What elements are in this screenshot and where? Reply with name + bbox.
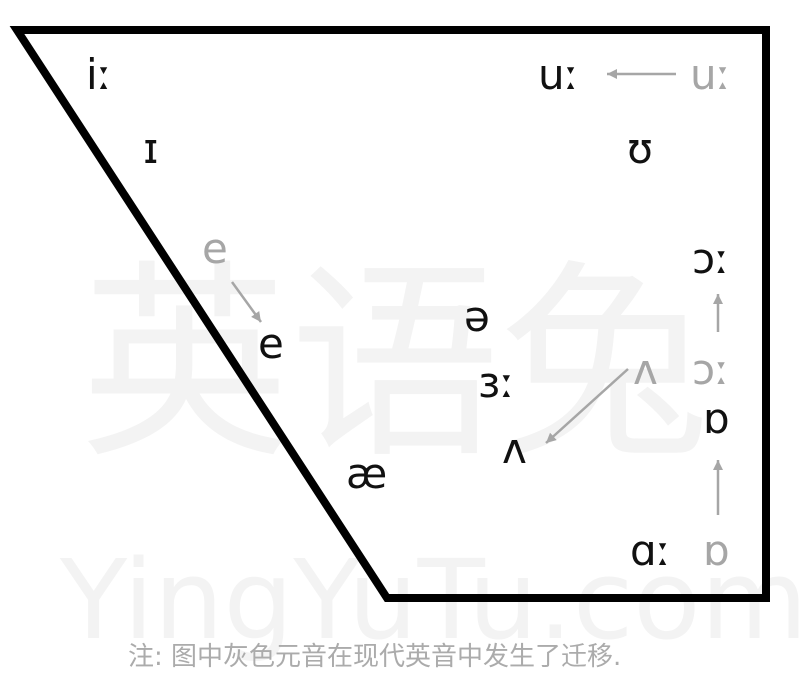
vowel-short-i: ɪ — [143, 124, 159, 173]
vowel-wedge-new: ʌ — [502, 424, 527, 473]
arrow-e-shift — [230, 281, 263, 323]
vowel-short-u: ʊ — [627, 124, 653, 173]
footnote: 注: 图中灰色元音在现代英音中发生了迁移. — [128, 642, 622, 672]
vowel-wedge-old: ʌ — [633, 345, 658, 394]
vowel-short-o-old: ɒ — [703, 526, 730, 575]
vowel-schwa: ə — [464, 292, 490, 341]
vowel-i-long: iː — [86, 50, 112, 99]
arrow-wedge-shift — [545, 368, 629, 444]
chart-graphics — [9, 26, 770, 602]
vowel-open-o-long-old: ɔː — [692, 345, 730, 394]
vowel-short-o: ɒ — [703, 394, 730, 443]
vowel-open-o-long: ɔː — [692, 234, 730, 283]
vowel-e-old: e — [202, 224, 228, 273]
vowel-trapezoid — [9, 26, 770, 602]
vowel-u-long: uː — [538, 50, 579, 99]
vowel-a-long: ɑː — [630, 526, 671, 575]
vowel-chart: 英语兔 YingYuTu.com iː uː ɪ ʊ e ɔː ə ɜː ʌ ɒ… — [0, 0, 807, 695]
vowel-u-long-old: uː — [690, 50, 731, 99]
vowel-ae: æ — [346, 449, 388, 498]
vowel-er-long: ɜː — [478, 358, 515, 407]
vowel-e-new: e — [258, 319, 284, 368]
